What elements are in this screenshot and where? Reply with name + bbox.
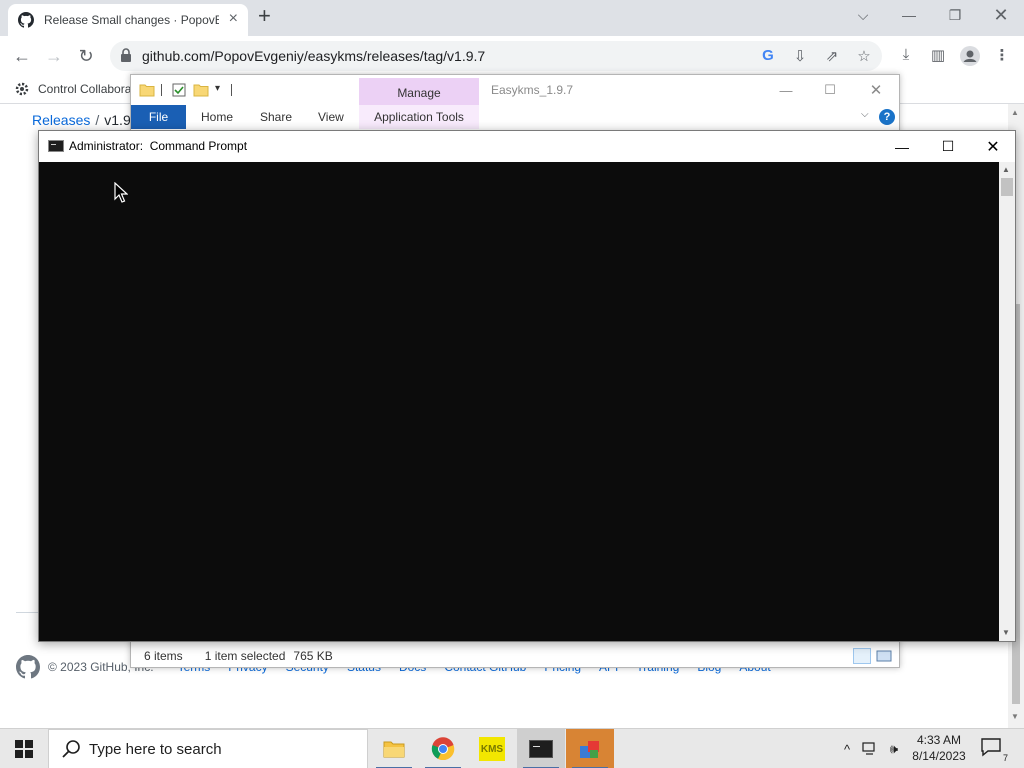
clock-date: 8/14/2023 — [912, 749, 966, 763]
share-icon[interactable]: ⇗ — [822, 47, 842, 65]
kms-taskbar-icon[interactable]: KMS — [468, 729, 516, 768]
scroll-down-icon[interactable]: ▼ — [1011, 712, 1019, 721]
github-logo-icon[interactable] — [16, 655, 40, 679]
installer-taskbar-icon[interactable] — [566, 729, 614, 768]
breadcrumb-releases-link[interactable]: Releases — [32, 112, 90, 128]
scroll-up-icon[interactable]: ▲ — [1011, 108, 1019, 117]
cmd-close-icon[interactable]: ✕ — [970, 131, 1016, 162]
ribbon-tabs: File Home Share View Application Tools ⌵… — [131, 105, 899, 129]
details-view-icon[interactable] — [853, 648, 871, 664]
tab-search-icon[interactable]: ⌵ — [840, 0, 886, 30]
tab-close-icon[interactable]: × — [229, 11, 238, 27]
new-tab-icon[interactable]: + — [258, 5, 271, 27]
taskbar-search-box[interactable]: Type here to search — [48, 729, 368, 768]
divider — [16, 612, 38, 613]
breadcrumb: Releases / v1.9.7 — [32, 112, 142, 128]
help-icon[interactable]: ? — [879, 109, 895, 125]
downloads-icon[interactable]: ⤓ — [896, 46, 916, 66]
volume-icon[interactable]: 🕪 — [884, 729, 904, 768]
taskbar: Type here to search KMS ^ 🕪 4:33 AM 8/14… — [0, 728, 1024, 768]
cmd-minimize-icon[interactable]: — — [879, 131, 925, 162]
console-output[interactable] — [39, 162, 999, 641]
side-panel-icon[interactable]: ▥ — [928, 46, 948, 66]
toolbar-separator — [231, 84, 232, 96]
new-folder-icon[interactable] — [193, 82, 209, 98]
browser-tab-strip: Release Small changes · PopovEvgeniy/eas… — [0, 0, 1024, 36]
github-icon — [18, 12, 34, 28]
browser-toolbar: ← → ↻ github.com/PopovEvgeniy/easykms/re… — [0, 36, 1024, 76]
explorer-minimize-icon[interactable]: — — [763, 77, 809, 103]
folder-icon — [139, 84, 155, 97]
google-lens-icon[interactable]: G — [758, 47, 778, 65]
bookmark-star-icon[interactable]: ☆ — [854, 47, 874, 65]
search-icon — [62, 740, 80, 758]
notification-center-icon[interactable]: 7 — [980, 737, 1008, 763]
cmd-taskbar-icon[interactable] — [517, 729, 565, 768]
forward-icon[interactable]: → — [42, 44, 66, 68]
explorer-window-title: Easykms_1.9.7 — [491, 83, 574, 97]
url-text: github.com/PopovEvgeniy/easykms/releases… — [142, 48, 486, 64]
tab-file[interactable]: File — [131, 105, 186, 129]
cmd-title-bar[interactable]: Administrator: Command Prompt — ☐ ✕ — [39, 131, 1015, 162]
cmd-scroll-up-icon[interactable]: ▲ — [1002, 165, 1010, 174]
browser-tab[interactable]: Release Small changes · PopovEvgeniy/eas… — [8, 4, 248, 36]
tab-application-tools[interactable]: Application Tools — [359, 105, 479, 129]
file-explorer-taskbar-icon[interactable] — [370, 729, 418, 768]
explorer-close-icon[interactable]: ✕ — [853, 77, 899, 103]
lock-icon — [121, 48, 131, 62]
reload-icon[interactable]: ↻ — [74, 44, 98, 68]
bookmark-control-collabora[interactable]: Control Collabora — [14, 81, 131, 97]
network-icon[interactable] — [860, 729, 880, 768]
manage-tab[interactable]: Manage — [359, 78, 479, 108]
back-icon[interactable]: ← — [10, 44, 34, 68]
clock-time: 4:33 AM — [916, 733, 962, 747]
windows-start-icon[interactable] — [0, 729, 48, 768]
chrome-menu-icon[interactable]: ⋮ — [992, 46, 1012, 66]
address-bar[interactable]: github.com/PopovEvgeniy/easykms/releases… — [110, 41, 882, 71]
mouse-pointer-icon — [114, 182, 128, 203]
close-icon[interactable]: ✕ — [978, 0, 1024, 30]
search-placeholder: Type here to search — [89, 740, 222, 758]
cmd-scroll-down-icon[interactable]: ▼ — [1002, 628, 1010, 637]
explorer-title-bar: ▾ Manage Easykms_1.9.7 — ☐ ✕ — [131, 75, 899, 108]
toolbar-separator — [161, 84, 162, 96]
large-icons-view-icon[interactable] — [875, 648, 893, 664]
selection-info: 1 item selected — [204, 649, 286, 663]
gear-icon — [15, 82, 29, 96]
expand-ribbon-icon[interactable]: ⌵ — [861, 109, 869, 120]
system-clock[interactable]: 4:33 AM 8/14/2023 — [906, 732, 972, 764]
cmd-window-title: Administrator: Command Prompt — [69, 139, 248, 153]
item-count: 6 items — [144, 649, 183, 663]
install-app-icon[interactable]: ⇩ — [790, 47, 810, 65]
profile-avatar-icon[interactable] — [960, 46, 980, 66]
tab-title: Release Small changes · PopovEvgeniy/eas… — [44, 13, 219, 27]
cmd-maximize-icon[interactable]: ☐ — [925, 131, 971, 162]
bookmark-label: Control Collabora — [38, 82, 132, 96]
tab-view[interactable]: View — [318, 105, 344, 129]
tab-share[interactable]: Share — [260, 105, 292, 129]
explorer-status-bar: 6 items 1 item selected 765 KB — [131, 645, 899, 667]
cmd-icon — [48, 140, 64, 152]
notification-count: 7 — [1002, 753, 1008, 763]
command-prompt-window: Administrator: Command Prompt — ☐ ✕ ▲ ▼ — [38, 130, 1016, 642]
explorer-maximize-icon[interactable]: ☐ — [807, 77, 853, 103]
tab-home[interactable]: Home — [201, 105, 233, 129]
cmd-scrollbar[interactable]: ▲ ▼ — [999, 162, 1015, 641]
cmd-scrollbar-thumb[interactable] — [1001, 178, 1013, 196]
restore-icon[interactable]: ❐ — [932, 0, 978, 30]
kms-logo: KMS — [479, 737, 505, 761]
breadcrumb-separator: / — [95, 112, 100, 128]
chrome-taskbar-icon[interactable] — [419, 729, 467, 768]
selection-size: 765 KB — [293, 649, 333, 663]
show-hidden-icons-icon[interactable]: ^ — [838, 729, 856, 768]
properties-icon[interactable] — [171, 82, 187, 98]
customize-quick-access-icon[interactable]: ▾ — [215, 83, 220, 94]
minimize-icon[interactable]: — — [886, 0, 932, 30]
